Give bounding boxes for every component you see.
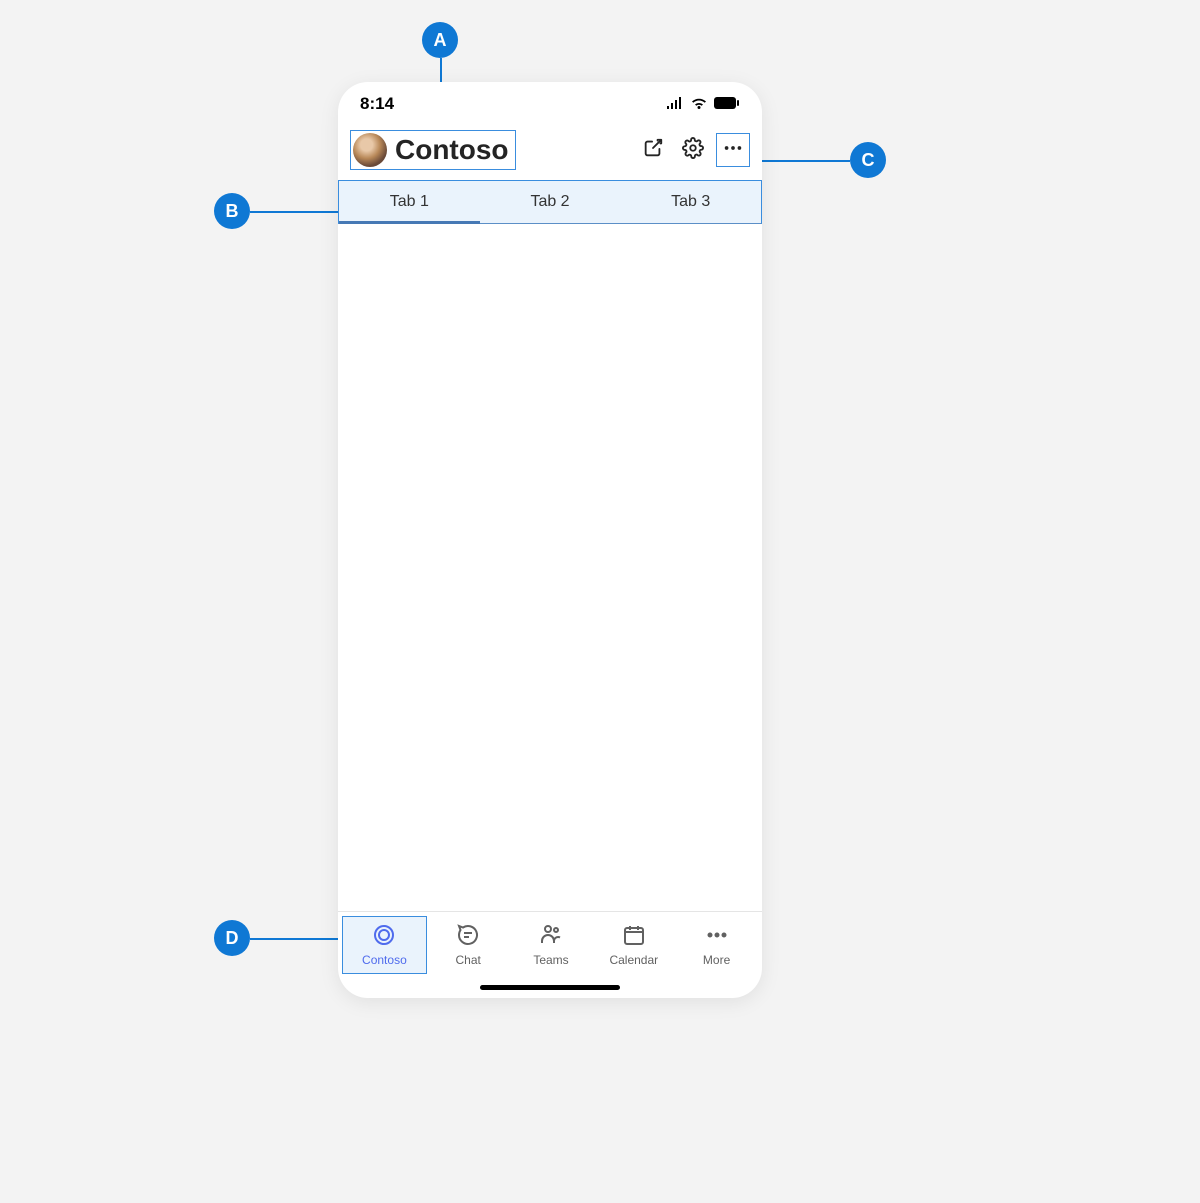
callout-b-line <box>250 211 340 213</box>
status-bar: 8:14 <box>338 82 762 126</box>
chat-icon <box>456 923 480 950</box>
nav-calendar[interactable]: Calendar <box>592 916 675 974</box>
gear-icon <box>682 137 704 164</box>
more-button[interactable] <box>716 133 750 167</box>
callout-b-label: B <box>226 201 239 222</box>
signal-icon <box>666 94 684 114</box>
nav-contoso-label: Contoso <box>362 953 407 967</box>
app-title: Contoso <box>395 134 509 166</box>
tab-bar: Tab 1 Tab 2 Tab 3 <box>338 180 762 224</box>
status-icons <box>666 94 740 114</box>
callout-a: A <box>422 22 458 58</box>
nav-more-icon <box>705 923 729 950</box>
home-indicator[interactable] <box>338 976 762 998</box>
title-group[interactable]: Contoso <box>350 130 516 170</box>
settings-button[interactable] <box>676 133 710 167</box>
callout-b: B <box>214 193 250 229</box>
more-icon <box>722 137 744 164</box>
avatar[interactable] <box>353 133 387 167</box>
tab-1[interactable]: Tab 1 <box>339 181 480 223</box>
callout-d: D <box>214 920 250 956</box>
callout-c: C <box>850 142 886 178</box>
status-time: 8:14 <box>360 94 394 114</box>
popout-icon <box>642 137 664 164</box>
tab-3[interactable]: Tab 3 <box>620 181 761 223</box>
battery-icon <box>714 94 740 114</box>
bottom-nav: Contoso Chat Teams Calendar More <box>338 911 762 976</box>
wifi-icon <box>690 94 708 114</box>
callout-c-label: C <box>862 150 875 171</box>
tab-2-label: Tab 2 <box>530 193 569 210</box>
callout-d-label: D <box>226 928 239 949</box>
nav-more[interactable]: More <box>675 916 758 974</box>
nav-calendar-label: Calendar <box>609 953 658 967</box>
nav-teams-label: Teams <box>533 953 568 967</box>
nav-chat-label: Chat <box>456 953 481 967</box>
content-area <box>338 224 762 911</box>
callout-c-line <box>751 160 850 162</box>
callout-d-line <box>250 938 343 940</box>
nav-teams[interactable]: Teams <box>510 916 593 974</box>
tab-3-label: Tab 3 <box>671 193 710 210</box>
calendar-icon <box>622 923 646 950</box>
callout-a-label: A <box>434 30 447 51</box>
app-header: Contoso <box>338 126 762 180</box>
nav-contoso[interactable]: Contoso <box>342 916 427 974</box>
nav-chat[interactable]: Chat <box>427 916 510 974</box>
tab-1-label: Tab 1 <box>390 193 429 210</box>
tab-2[interactable]: Tab 2 <box>480 181 621 223</box>
teams-icon <box>539 923 563 950</box>
phone-frame: 8:14 Contoso <box>338 82 762 998</box>
contoso-icon <box>372 923 396 950</box>
nav-more-label: More <box>703 953 730 967</box>
popout-button[interactable] <box>636 133 670 167</box>
